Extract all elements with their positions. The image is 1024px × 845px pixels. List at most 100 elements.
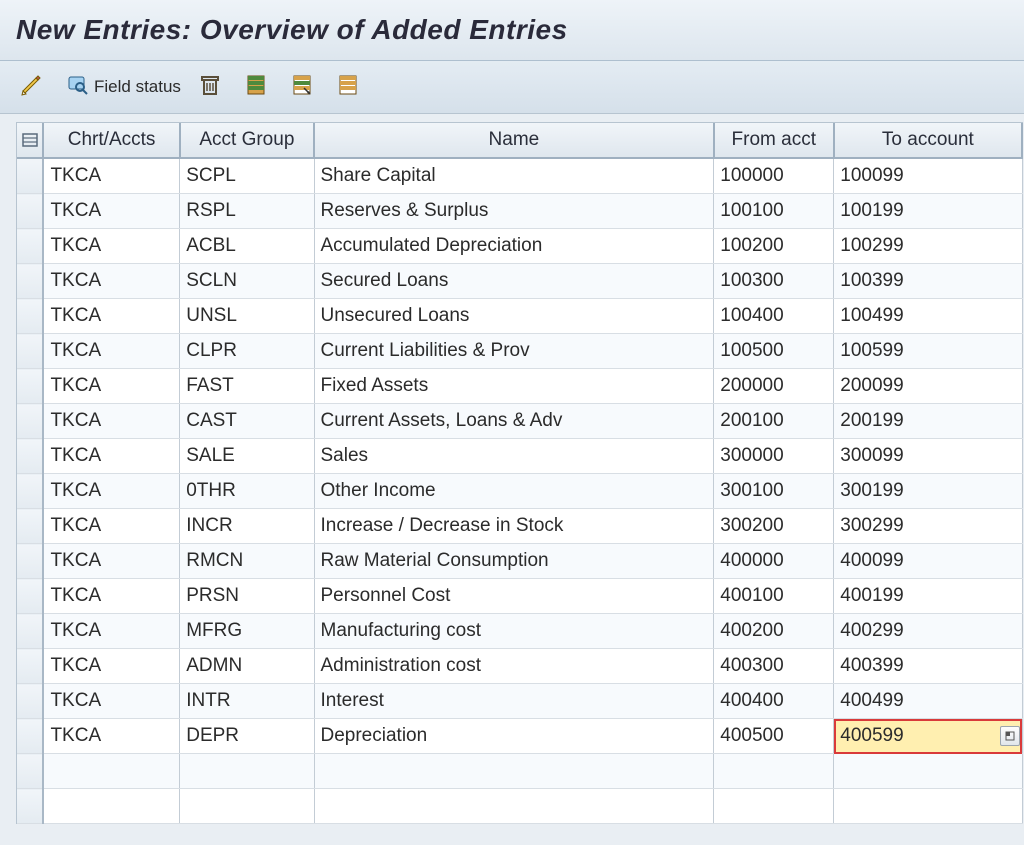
select-block-button[interactable] (287, 71, 323, 103)
cell-from-account[interactable]: 400300 (714, 649, 834, 684)
cell-to-account[interactable]: 200099 (834, 369, 1022, 404)
cell-from-account[interactable] (714, 789, 834, 824)
cell-from-account[interactable]: 400400 (714, 684, 834, 719)
cell-to-account[interactable]: 400499 (834, 684, 1022, 719)
cell-from-account[interactable]: 400000 (714, 544, 834, 579)
cell-account-group[interactable]: INCR (180, 509, 314, 544)
cell-account-group[interactable]: SCLN (180, 264, 314, 299)
cell-name[interactable]: Other Income (314, 474, 714, 509)
cell-chart-of-accounts[interactable]: TKCA (43, 509, 179, 544)
table-row[interactable]: TKCAINCRIncrease / Decrease in Stock3002… (17, 509, 1022, 544)
cell-from-account[interactable]: 200000 (714, 369, 834, 404)
row-selector[interactable] (17, 194, 43, 229)
table-row[interactable]: TKCA0THROther Income300100300199 (17, 474, 1022, 509)
cell-chart-of-accounts[interactable]: TKCA (43, 719, 179, 754)
cell-account-group[interactable]: 0THR (180, 474, 314, 509)
cell-account-group[interactable]: UNSL (180, 299, 314, 334)
cell-from-account[interactable]: 100400 (714, 299, 834, 334)
cell-name[interactable]: Increase / Decrease in Stock (314, 509, 714, 544)
row-selector[interactable] (17, 544, 43, 579)
cell-to-account[interactable]: 100599 (834, 334, 1022, 369)
row-selector[interactable] (17, 229, 43, 264)
table-row[interactable]: TKCASCLNSecured Loans100300100399 (17, 264, 1022, 299)
row-selector[interactable] (17, 404, 43, 439)
cell-account-group[interactable]: DEPR (180, 719, 314, 754)
delete-button[interactable] (195, 71, 231, 103)
table-row[interactable]: TKCACASTCurrent Assets, Loans & Adv20010… (17, 404, 1022, 439)
table-row[interactable]: TKCASALESales300000300099 (17, 439, 1022, 474)
cell-account-group[interactable]: INTR (180, 684, 314, 719)
cell-chart-of-accounts[interactable] (43, 789, 179, 824)
row-selector[interactable] (17, 789, 43, 824)
row-selector[interactable] (17, 649, 43, 684)
cell-chart-of-accounts[interactable]: TKCA (43, 649, 179, 684)
cell-to-account[interactable]: 100199 (834, 194, 1022, 229)
cell-from-account[interactable]: 100100 (714, 194, 834, 229)
cell-from-account[interactable]: 400100 (714, 579, 834, 614)
table-row[interactable]: TKCAPRSNPersonnel Cost400100400199 (17, 579, 1022, 614)
table-row[interactable] (17, 789, 1022, 824)
row-selector[interactable] (17, 719, 43, 754)
table-row[interactable]: TKCADEPRDepreciation400500400599 (17, 719, 1022, 754)
cell-account-group[interactable]: RSPL (180, 194, 314, 229)
row-selector[interactable] (17, 369, 43, 404)
row-selector[interactable] (17, 264, 43, 299)
cell-account-group[interactable]: FAST (180, 369, 314, 404)
cell-chart-of-accounts[interactable]: TKCA (43, 439, 179, 474)
cell-chart-of-accounts[interactable]: TKCA (43, 229, 179, 264)
table-row[interactable]: TKCAADMNAdministration cost400300400399 (17, 649, 1022, 684)
cell-name[interactable]: Personnel Cost (314, 579, 714, 614)
table-row[interactable]: TKCARMCNRaw Material Consumption40000040… (17, 544, 1022, 579)
cell-chart-of-accounts[interactable]: TKCA (43, 158, 179, 194)
table-row[interactable]: TKCAUNSLUnsecured Loans100400100499 (17, 299, 1022, 334)
cell-account-group[interactable]: SCPL (180, 158, 314, 194)
value-help-button[interactable] (1000, 726, 1020, 746)
select-all-button[interactable] (241, 71, 277, 103)
cell-to-account[interactable] (834, 789, 1022, 824)
cell-account-group[interactable] (180, 789, 314, 824)
cell-to-account[interactable]: 400099 (834, 544, 1022, 579)
edit-button[interactable] (16, 71, 52, 103)
cell-name[interactable]: Share Capital (314, 158, 714, 194)
table-row[interactable]: TKCASCPLShare Capital100000100099 (17, 158, 1022, 194)
cell-name[interactable]: Administration cost (314, 649, 714, 684)
cell-name[interactable] (314, 789, 714, 824)
cell-to-account[interactable]: 400299 (834, 614, 1022, 649)
cell-name[interactable]: Current Assets, Loans & Adv (314, 404, 714, 439)
cell-account-group[interactable]: CAST (180, 404, 314, 439)
cell-name[interactable]: Sales (314, 439, 714, 474)
cell-name[interactable]: Reserves & Surplus (314, 194, 714, 229)
col-header-name[interactable]: Name (314, 123, 714, 158)
cell-name[interactable]: Secured Loans (314, 264, 714, 299)
cell-name[interactable]: Raw Material Consumption (314, 544, 714, 579)
cell-from-account[interactable]: 100300 (714, 264, 834, 299)
cell-account-group[interactable]: CLPR (180, 334, 314, 369)
cell-account-group[interactable]: PRSN (180, 579, 314, 614)
cell-to-account[interactable]: 200199 (834, 404, 1022, 439)
row-selector[interactable] (17, 579, 43, 614)
cell-from-account[interactable] (714, 754, 834, 789)
table-row[interactable]: TKCAMFRGManufacturing cost400200400299 (17, 614, 1022, 649)
cell-from-account[interactable]: 100200 (714, 229, 834, 264)
row-selector[interactable] (17, 614, 43, 649)
table-row[interactable]: TKCAACBLAccumulated Depreciation10020010… (17, 229, 1022, 264)
col-header-acct-group[interactable]: Acct Group (180, 123, 314, 158)
configure-columns-button[interactable] (17, 123, 43, 158)
cell-chart-of-accounts[interactable]: TKCA (43, 404, 179, 439)
row-selector[interactable] (17, 474, 43, 509)
cell-name[interactable]: Interest (314, 684, 714, 719)
col-header-chart[interactable]: Chrt/Accts (43, 123, 179, 158)
cell-to-account[interactable]: 100299 (834, 229, 1022, 264)
col-header-to-account[interactable]: To account (834, 123, 1022, 158)
cell-from-account[interactable]: 400500 (714, 719, 834, 754)
cell-name[interactable]: Accumulated Depreciation (314, 229, 714, 264)
cell-to-account[interactable]: 300199 (834, 474, 1022, 509)
col-header-from-acct[interactable]: From acct (714, 123, 834, 158)
row-selector[interactable] (17, 439, 43, 474)
cell-to-account[interactable]: 100399 (834, 264, 1022, 299)
table-row[interactable]: TKCACLPRCurrent Liabilities & Prov100500… (17, 334, 1022, 369)
cell-chart-of-accounts[interactable]: TKCA (43, 194, 179, 229)
row-selector[interactable] (17, 299, 43, 334)
cell-chart-of-accounts[interactable]: TKCA (43, 579, 179, 614)
cell-chart-of-accounts[interactable]: TKCA (43, 369, 179, 404)
